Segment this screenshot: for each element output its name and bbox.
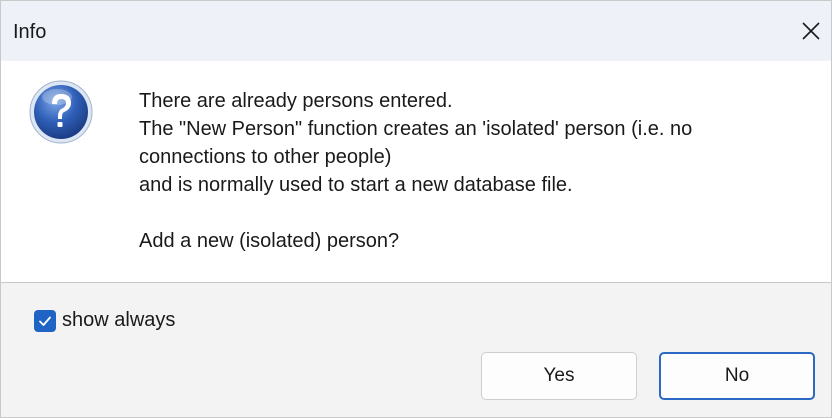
close-icon [802, 22, 820, 40]
no-button[interactable]: No [659, 352, 815, 400]
yes-button[interactable]: Yes [481, 352, 637, 400]
message-line: and is normally used to start a new data… [139, 174, 573, 196]
checkbox-label: show always [62, 309, 176, 331]
message-area: There are already persons entered. The "… [1, 61, 831, 282]
check-icon [39, 316, 51, 326]
show-always-checkbox[interactable]: show always [34, 309, 175, 332]
checkbox-checked-icon[interactable] [34, 309, 56, 332]
info-dialog: Info There are already persons entered. … [0, 0, 832, 418]
question-icon [29, 80, 93, 144]
dialog-title: Info [13, 21, 47, 43]
close-button[interactable] [791, 9, 831, 53]
message-line: connections to other people) [139, 146, 392, 168]
message-question: Add a new (isolated) person? [139, 230, 400, 252]
message-text: There are already persons entered. The "… [139, 87, 819, 255]
title-bar: Info [1, 1, 831, 61]
message-line: There are already persons entered. [139, 90, 453, 112]
button-area: show always Yes No [1, 283, 831, 417]
message-line: The "New Person" function creates an 'is… [139, 118, 693, 140]
message-spacer [139, 199, 819, 227]
